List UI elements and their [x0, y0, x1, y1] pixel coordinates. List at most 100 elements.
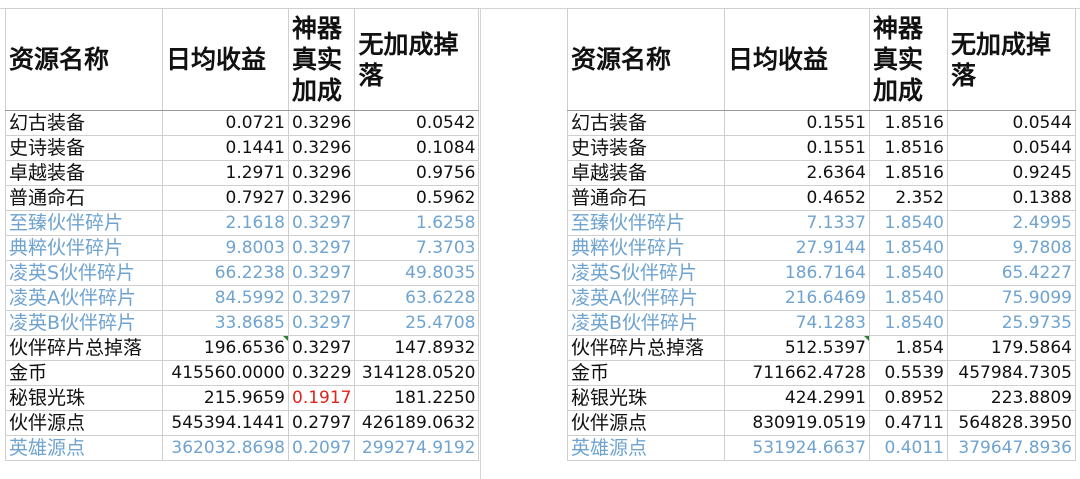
- cell-base-drop[interactable]: 0.9756: [354, 160, 480, 186]
- cell-resource-name[interactable]: 幻古装备: [5, 110, 163, 136]
- cell-artifact-bonus[interactable]: 1.8516: [869, 135, 948, 161]
- cell-resource-name[interactable]: 至臻伙伴碎片: [5, 210, 163, 236]
- cell-artifact-bonus[interactable]: 1.8540: [869, 260, 948, 286]
- header-base-drop[interactable]: 无加成掉落: [947, 8, 1076, 111]
- header-daily-income[interactable]: 日均收益: [724, 8, 870, 111]
- cell-daily-income[interactable]: 424.2991: [724, 385, 870, 411]
- cell-daily-income[interactable]: 512.5397: [724, 335, 870, 361]
- header-artifact-bonus[interactable]: 神器真实加成: [869, 8, 948, 111]
- cell-base-drop[interactable]: 1.6258: [354, 210, 480, 236]
- cell-artifact-bonus[interactable]: 0.4011: [869, 435, 948, 461]
- header-resource-name[interactable]: 资源名称: [5, 8, 163, 111]
- cell-daily-income[interactable]: 196.6536: [162, 335, 289, 361]
- cell-daily-income[interactable]: 33.8685: [162, 310, 289, 336]
- cell-artifact-bonus[interactable]: 1.854: [869, 335, 948, 361]
- cell-resource-name[interactable]: 典粹伙伴碎片: [5, 235, 163, 261]
- cell-resource-name[interactable]: 凌英B伙伴碎片: [5, 310, 163, 336]
- cell-artifact-bonus[interactable]: 1.8540: [869, 210, 948, 236]
- cell-base-drop[interactable]: 457984.7305: [947, 360, 1076, 386]
- cell-resource-name[interactable]: 史诗装备: [567, 135, 725, 161]
- cell-daily-income[interactable]: 0.1551: [724, 135, 870, 161]
- cell-base-drop[interactable]: 25.4708: [354, 310, 480, 336]
- cell-artifact-bonus[interactable]: 1.8540: [869, 235, 948, 261]
- cell-daily-income[interactable]: 215.9659: [162, 385, 289, 411]
- cell-base-drop[interactable]: 379647.8936: [947, 435, 1076, 461]
- cell-base-drop[interactable]: 314128.0520: [354, 360, 480, 386]
- cell-base-drop[interactable]: 7.3703: [354, 235, 480, 261]
- cell-artifact-bonus[interactable]: 0.3296: [287, 160, 356, 186]
- cell-artifact-bonus[interactable]: 0.1917: [287, 385, 356, 411]
- cell-artifact-bonus[interactable]: 1.8516: [869, 110, 948, 136]
- cell-artifact-bonus[interactable]: 0.4711: [869, 410, 948, 436]
- cell-resource-name[interactable]: 金币: [567, 360, 725, 386]
- cell-artifact-bonus[interactable]: 0.2097: [287, 435, 356, 461]
- cell-base-drop[interactable]: 49.8035: [354, 260, 480, 286]
- cell-artifact-bonus[interactable]: 0.2797: [287, 410, 356, 436]
- cell-resource-name[interactable]: 伙伴源点: [5, 410, 163, 436]
- cell-artifact-bonus[interactable]: 1.8516: [869, 160, 948, 186]
- cell-base-drop[interactable]: 2.4995: [947, 210, 1076, 236]
- cell-daily-income[interactable]: 830919.0519: [724, 410, 870, 436]
- cell-artifact-bonus[interactable]: 0.3296: [287, 110, 356, 136]
- cell-daily-income[interactable]: 0.4652: [724, 185, 870, 211]
- cell-artifact-bonus[interactable]: 0.3297: [287, 285, 356, 311]
- cell-daily-income[interactable]: 0.0721: [162, 110, 289, 136]
- cell-daily-income[interactable]: 711662.4728: [724, 360, 870, 386]
- cell-resource-name[interactable]: 秘银光珠: [567, 385, 725, 411]
- cell-daily-income[interactable]: 545394.1441: [162, 410, 289, 436]
- cell-artifact-bonus[interactable]: 2.352: [869, 185, 948, 211]
- cell-resource-name[interactable]: 秘银光珠: [5, 385, 163, 411]
- cell-artifact-bonus[interactable]: 1.8540: [869, 310, 948, 336]
- cell-daily-income[interactable]: 0.1441: [162, 135, 289, 161]
- cell-resource-name[interactable]: 凌英B伙伴碎片: [567, 310, 725, 336]
- cell-resource-name[interactable]: 凌英A伙伴碎片: [5, 285, 163, 311]
- cell-resource-name[interactable]: 凌英S伙伴碎片: [5, 260, 163, 286]
- cell-daily-income[interactable]: 2.1618: [162, 210, 289, 236]
- cell-base-drop[interactable]: 63.6228: [354, 285, 480, 311]
- cell-daily-income[interactable]: 216.6469: [724, 285, 870, 311]
- cell-daily-income[interactable]: 1.2971: [162, 160, 289, 186]
- cell-base-drop[interactable]: 0.1388: [947, 185, 1076, 211]
- cell-base-drop[interactable]: 25.9735: [947, 310, 1076, 336]
- cell-artifact-bonus[interactable]: 1.8540: [869, 285, 948, 311]
- cell-resource-name[interactable]: 英雄源点: [5, 435, 163, 461]
- header-resource-name[interactable]: 资源名称: [567, 8, 725, 111]
- cell-base-drop[interactable]: 65.4227: [947, 260, 1076, 286]
- cell-daily-income[interactable]: 531924.6637: [724, 435, 870, 461]
- cell-resource-name[interactable]: 英雄源点: [567, 435, 725, 461]
- cell-base-drop[interactable]: 426189.0632: [354, 410, 480, 436]
- cell-base-drop[interactable]: 299274.9192: [354, 435, 480, 461]
- cell-daily-income[interactable]: 2.6364: [724, 160, 870, 186]
- header-artifact-bonus[interactable]: 神器真实加成: [287, 8, 356, 111]
- cell-resource-name[interactable]: 伙伴碎片总掉落: [5, 335, 163, 361]
- cell-base-drop[interactable]: 0.5962: [354, 185, 480, 211]
- cell-base-drop[interactable]: 0.9245: [947, 160, 1076, 186]
- cell-base-drop[interactable]: 0.0544: [947, 110, 1076, 136]
- cell-resource-name[interactable]: 至臻伙伴碎片: [567, 210, 725, 236]
- cell-daily-income[interactable]: 415560.0000: [162, 360, 289, 386]
- cell-artifact-bonus[interactable]: 0.3297: [287, 335, 356, 361]
- cell-base-drop[interactable]: 564828.3950: [947, 410, 1076, 436]
- cell-artifact-bonus[interactable]: 0.3296: [287, 185, 356, 211]
- cell-artifact-bonus[interactable]: 0.3297: [287, 235, 356, 261]
- cell-daily-income[interactable]: 27.9144: [724, 235, 870, 261]
- cell-base-drop[interactable]: 0.1084: [354, 135, 480, 161]
- cell-daily-income[interactable]: 84.5992: [162, 285, 289, 311]
- cell-base-drop[interactable]: 179.5864: [947, 335, 1076, 361]
- cell-daily-income[interactable]: 7.1337: [724, 210, 870, 236]
- cell-resource-name[interactable]: 史诗装备: [5, 135, 163, 161]
- empty-column-gap[interactable]: [480, 8, 568, 479]
- cell-base-drop[interactable]: 181.2250: [354, 385, 480, 411]
- cell-daily-income[interactable]: 186.7164: [724, 260, 870, 286]
- cell-base-drop[interactable]: 147.8932: [354, 335, 480, 361]
- cell-resource-name[interactable]: 卓越装备: [567, 160, 725, 186]
- cell-base-drop[interactable]: 223.8809: [947, 385, 1076, 411]
- cell-daily-income[interactable]: 9.8003: [162, 235, 289, 261]
- cell-artifact-bonus[interactable]: 0.3297: [287, 210, 356, 236]
- cell-artifact-bonus[interactable]: 0.3229: [287, 360, 356, 386]
- header-base-drop[interactable]: 无加成掉落: [354, 8, 480, 111]
- cell-artifact-bonus[interactable]: 0.8952: [869, 385, 948, 411]
- header-daily-income[interactable]: 日均收益: [162, 8, 289, 111]
- cell-base-drop[interactable]: 9.7808: [947, 235, 1076, 261]
- cell-resource-name[interactable]: 普通命石: [5, 185, 163, 211]
